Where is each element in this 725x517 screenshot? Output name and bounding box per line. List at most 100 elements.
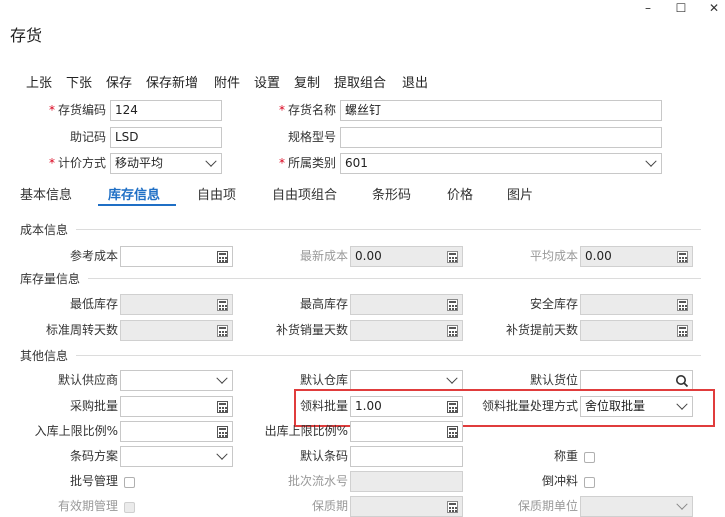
tab-price[interactable]: 价格 <box>447 184 473 203</box>
chevron-down-icon <box>672 497 692 516</box>
weighing-checkbox[interactable] <box>584 452 595 463</box>
replenish-lead-days-label: 补货提前天数 <box>505 323 578 337</box>
window-title: 存货 <box>10 26 43 45</box>
calculator-icon <box>442 247 462 266</box>
tab-images[interactable]: 图片 <box>507 184 533 203</box>
backflush-label: 倒冲料 <box>541 474 578 488</box>
safety-stock-label: 安全库存 <box>529 297 578 311</box>
calculator-icon <box>672 295 692 314</box>
chevron-down-icon <box>201 154 221 173</box>
calculator-icon <box>212 295 232 314</box>
calculator-icon <box>442 321 462 340</box>
replenish-lead-days-input <box>580 320 693 341</box>
calculator-icon[interactable] <box>212 247 232 266</box>
calculator-icon[interactable] <box>212 397 232 416</box>
barcode-scheme-select[interactable] <box>120 446 233 467</box>
pricing-select[interactable]: 移动平均 <box>110 153 222 174</box>
out-limit-ratio-input[interactable] <box>350 421 463 442</box>
divider <box>76 229 701 230</box>
mnemonic-input[interactable]: LSD <box>110 127 222 148</box>
out-limit-ratio-label: 出库上限比例% <box>264 424 348 438</box>
divider <box>76 355 701 356</box>
default-supplier-label: 默认供应商 <box>57 373 118 387</box>
safety-stock-input <box>580 294 693 315</box>
tab-barcode[interactable]: 条形码 <box>372 184 411 203</box>
max-stock-input <box>350 294 463 315</box>
min-stock-label: 最低库存 <box>69 297 118 311</box>
copy-button[interactable]: 复制 <box>294 72 320 91</box>
calculator-icon <box>442 497 462 516</box>
batch-serial-input <box>350 471 463 492</box>
attachment-button[interactable]: 附件 <box>214 72 240 91</box>
default-warehouse-label: 默认仓库 <box>299 373 348 387</box>
ref-cost-input[interactable] <box>120 246 233 267</box>
default-supplier-select[interactable] <box>120 370 233 391</box>
calculator-icon <box>672 321 692 340</box>
backflush-checkbox[interactable] <box>584 477 595 488</box>
divider <box>88 278 701 279</box>
save-and-new-button[interactable]: 保存新增 <box>146 72 198 91</box>
prev-record-button[interactable]: 上张 <box>26 72 52 91</box>
weighing-label: 称重 <box>553 449 578 463</box>
max-stock-label: 最高库存 <box>299 297 348 311</box>
purchase-batch-label: 采购批量 <box>69 399 118 413</box>
ref-cost-label: 参考成本 <box>69 249 118 263</box>
tab-inventory-info[interactable]: 库存信息 <box>108 184 160 203</box>
default-barcode-label: 默认条码 <box>299 449 348 463</box>
turnover-days-input <box>120 320 233 341</box>
barcode-scheme-label: 条码方案 <box>69 449 118 463</box>
purchase-batch-input[interactable] <box>120 396 233 417</box>
replenish-sales-days-input <box>350 320 463 341</box>
next-record-button[interactable]: 下张 <box>66 72 92 91</box>
tab-free-items[interactable]: 自由项 <box>197 184 236 203</box>
section-title-cost: 成本信息 <box>20 223 69 237</box>
chevron-down-icon <box>442 371 462 390</box>
pricing-value: 移动平均 <box>115 156 164 170</box>
maximize-button[interactable]: ☐ <box>665 0 697 16</box>
minimize-button[interactable]: – <box>632 0 664 16</box>
exit-button[interactable]: 退出 <box>402 72 428 91</box>
turnover-days-label: 标准周转天数 <box>45 323 118 337</box>
code-label: * 存货编码 <box>48 103 106 117</box>
tab-basic-info[interactable]: 基本信息 <box>20 184 72 203</box>
name-input[interactable]: 螺丝钉 <box>340 100 662 121</box>
chevron-down-icon <box>641 154 661 173</box>
avg-cost-input: 0.00 <box>580 246 693 267</box>
save-button[interactable]: 保存 <box>106 72 132 91</box>
active-tab-indicator <box>98 204 176 206</box>
section-title-stock: 库存量信息 <box>20 272 81 286</box>
min-stock-input <box>120 294 233 315</box>
latest-cost-label: 最新成本 <box>299 249 348 263</box>
default-barcode-input[interactable] <box>350 446 463 467</box>
chevron-down-icon <box>212 371 232 390</box>
spec-input[interactable] <box>340 127 662 148</box>
default-warehouse-select[interactable] <box>350 370 463 391</box>
chevron-down-icon <box>212 447 232 466</box>
replenish-sales-days-label: 补货销量天数 <box>275 323 348 337</box>
category-select[interactable]: 601 <box>340 153 662 174</box>
batch-mgmt-label: 批号管理 <box>69 474 118 488</box>
default-location-input[interactable] <box>580 370 693 391</box>
category-value: 601 <box>345 156 368 170</box>
name-label: * 存货名称 <box>278 103 336 117</box>
expiry-mgmt-checkbox <box>124 502 135 513</box>
calculator-icon <box>212 321 232 340</box>
calculator-icon[interactable] <box>442 422 462 441</box>
calculator-icon <box>672 247 692 266</box>
calculator-icon <box>442 295 462 314</box>
latest-cost-input: 0.00 <box>350 246 463 267</box>
in-limit-ratio-label: 入库上限比例% <box>34 424 118 438</box>
batch-mgmt-checkbox[interactable] <box>124 477 135 488</box>
extract-combo-button[interactable]: 提取组合 <box>334 72 386 91</box>
calculator-icon[interactable] <box>212 422 232 441</box>
section-title-other: 其他信息 <box>20 349 69 363</box>
settings-button[interactable]: 设置 <box>254 72 280 91</box>
search-icon[interactable] <box>672 371 692 390</box>
code-input[interactable]: 124 <box>110 100 222 121</box>
default-location-label: 默认货位 <box>529 373 578 387</box>
tab-free-item-combo[interactable]: 自由项组合 <box>272 184 337 203</box>
in-limit-ratio-input[interactable] <box>120 421 233 442</box>
close-button[interactable]: ✕ <box>698 0 725 16</box>
batch-serial-label: 批次流水号 <box>287 474 348 488</box>
category-label: * 所属类别 <box>278 156 336 170</box>
